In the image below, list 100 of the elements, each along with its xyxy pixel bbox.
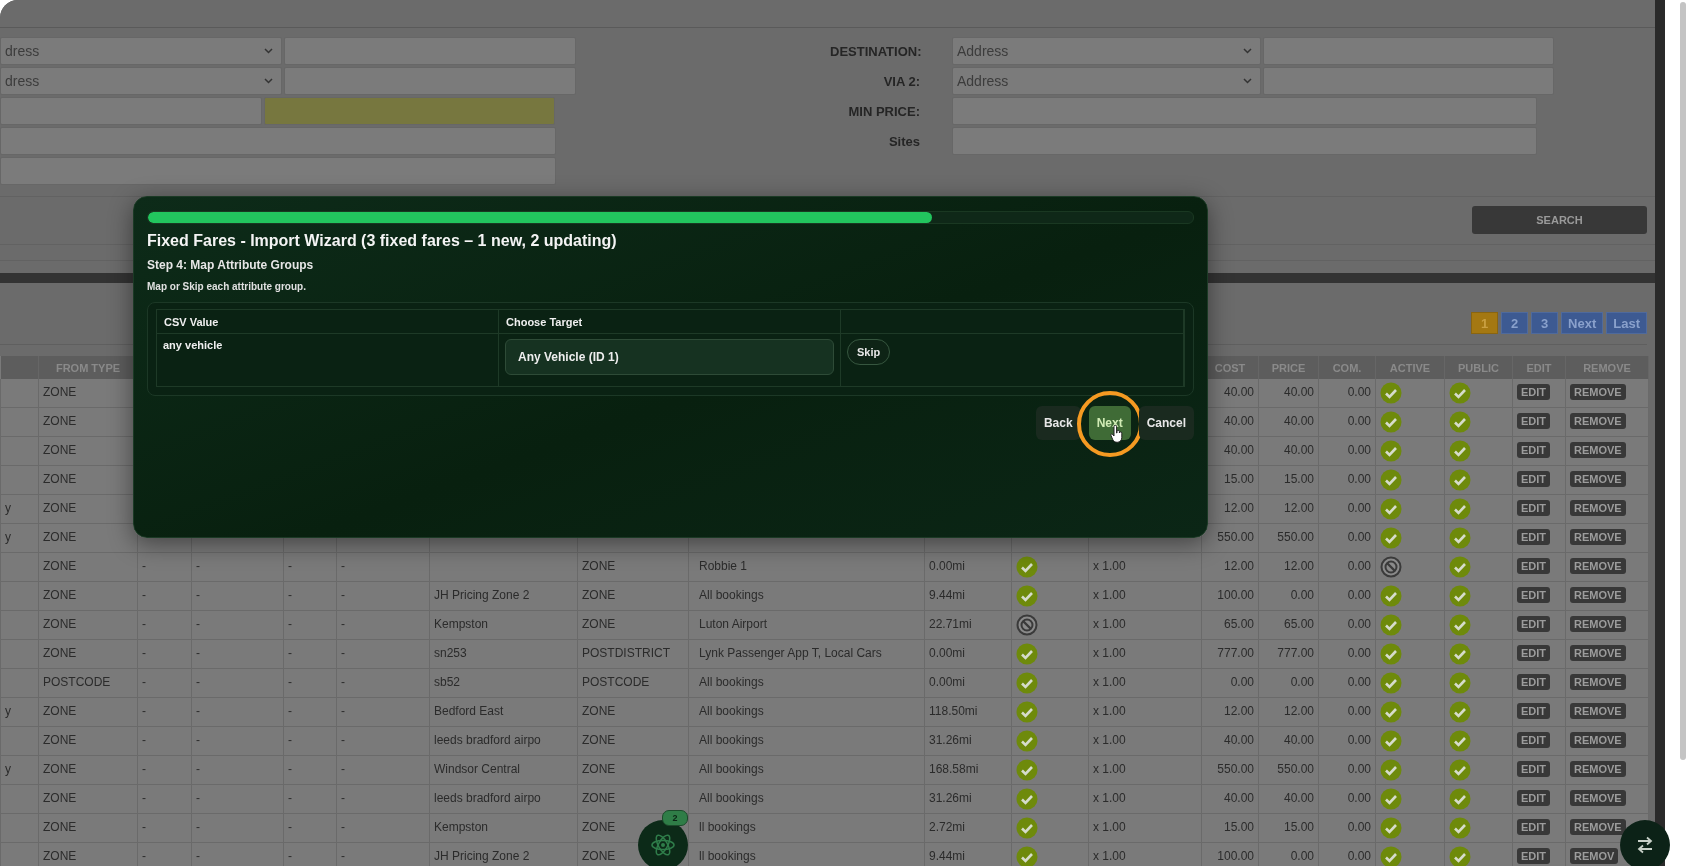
edit-button[interactable]: EDIT bbox=[1517, 384, 1551, 400]
table-cell: 12.00 bbox=[1258, 494, 1319, 524]
remove-button[interactable]: REMOVE bbox=[1570, 587, 1626, 603]
remove-button[interactable]: REMOVE bbox=[1570, 645, 1626, 661]
table-cell: - bbox=[283, 581, 337, 611]
column-header: Choose Target bbox=[499, 310, 841, 334]
target-select[interactable]: Any Vehicle (ID 1) bbox=[505, 339, 834, 375]
table-cell: y bbox=[0, 494, 39, 524]
table-cell: 0.00 bbox=[1318, 379, 1376, 408]
edit-button[interactable]: EDIT bbox=[1517, 413, 1551, 429]
caret-icon bbox=[1243, 48, 1252, 54]
remove-button[interactable]: REMOVE bbox=[1570, 384, 1626, 400]
edit-button[interactable]: EDIT bbox=[1517, 732, 1551, 748]
table-cell: 550.00 bbox=[1201, 755, 1259, 785]
wizard-button[interactable]: Back bbox=[1035, 406, 1081, 440]
caret-icon bbox=[264, 48, 273, 54]
table-cell: - bbox=[191, 552, 284, 582]
edit-button[interactable]: EDIT bbox=[1517, 558, 1551, 574]
table-cell: 0.00mi bbox=[924, 639, 1012, 669]
edit-button[interactable]: EDIT bbox=[1517, 761, 1551, 777]
table-cell: All bookings bbox=[688, 668, 925, 698]
table-cell: ZONE bbox=[38, 552, 138, 582]
table-cell: 12.00 bbox=[1258, 552, 1319, 582]
remove-button[interactable]: REMOVE bbox=[1570, 500, 1626, 516]
table-cell: 15.00 bbox=[1258, 465, 1319, 495]
table-cell: - bbox=[191, 726, 284, 756]
table-cell: - bbox=[137, 813, 192, 843]
edit-button[interactable]: EDIT bbox=[1517, 587, 1551, 603]
address-select[interactable]: Address bbox=[952, 37, 1261, 65]
remove-button[interactable]: REMOVE bbox=[1570, 442, 1626, 458]
table-cell: 0.00mi bbox=[924, 552, 1012, 582]
edit-button[interactable]: EDIT bbox=[1517, 674, 1551, 690]
remove-button[interactable]: REMOVE bbox=[1570, 674, 1626, 690]
edit-button[interactable]: EDIT bbox=[1517, 529, 1551, 545]
table-cell: 168.58mi bbox=[924, 755, 1012, 785]
table-cell: 0.00 bbox=[1318, 523, 1376, 553]
table-cell: 12.00 bbox=[1258, 697, 1319, 727]
edit-button[interactable]: EDIT bbox=[1517, 819, 1551, 835]
text-field[interactable] bbox=[264, 97, 555, 125]
page-button[interactable]: Last bbox=[1606, 312, 1647, 334]
edit-button[interactable]: EDIT bbox=[1517, 645, 1551, 661]
address-select[interactable]: dress bbox=[0, 67, 282, 95]
address-select[interactable]: Address bbox=[952, 67, 1261, 95]
table-cell: - bbox=[137, 639, 192, 669]
table-cell: x 1.00 bbox=[1088, 639, 1202, 669]
remove-button[interactable]: REMOVE bbox=[1570, 819, 1626, 835]
wizard-button[interactable]: Cancel bbox=[1138, 406, 1194, 440]
table-cell: x 1.00 bbox=[1088, 610, 1202, 640]
table-cell: ZONE bbox=[38, 610, 138, 640]
address-select[interactable]: dress bbox=[0, 37, 282, 65]
remove-button[interactable]: REMOVE bbox=[1570, 558, 1626, 574]
table-cell: 40.00 bbox=[1258, 726, 1319, 756]
skip-button[interactable]: Skip bbox=[847, 339, 891, 365]
table-cell: 777.00 bbox=[1258, 639, 1319, 669]
table-cell: 0.00 bbox=[1258, 581, 1319, 611]
table-cell: 0.00 bbox=[1318, 407, 1376, 437]
instruction-text: Map or Skip each attribute group. bbox=[147, 281, 307, 292]
table-cell: 40.00 bbox=[1258, 407, 1319, 437]
field-label: Sites bbox=[887, 133, 920, 149]
edit-button[interactable]: EDIT bbox=[1517, 616, 1551, 632]
table-cell: y bbox=[0, 523, 39, 553]
table-cell: - bbox=[191, 697, 284, 727]
remove-button[interactable]: REMOVE bbox=[1570, 732, 1626, 748]
table-cell: ZONE bbox=[577, 726, 689, 756]
table-cell: 0.00 bbox=[1318, 465, 1376, 495]
wizard-button[interactable]: Next bbox=[1088, 406, 1131, 440]
table-cell: 12.00 bbox=[1201, 697, 1259, 727]
edit-button[interactable]: EDIT bbox=[1517, 848, 1551, 864]
page-button[interactable]: 2 bbox=[1501, 312, 1529, 334]
remove-button[interactable]: REMOVE bbox=[1570, 471, 1626, 487]
table-cell: Windsor Central bbox=[429, 755, 578, 785]
page-button[interactable]: 3 bbox=[1531, 312, 1559, 334]
table-cell: - bbox=[283, 552, 337, 582]
edit-button[interactable]: EDIT bbox=[1517, 442, 1551, 458]
table-cell: 9.44mi bbox=[924, 581, 1012, 611]
table-cell: 15.00 bbox=[1258, 813, 1319, 843]
remove-button[interactable]: REMOVE bbox=[1570, 413, 1626, 429]
table-cell: All bookings bbox=[688, 726, 925, 756]
remove-button[interactable]: REMOVE bbox=[1570, 761, 1626, 777]
table-cell: ZONE bbox=[577, 552, 689, 582]
table-cell: - bbox=[336, 610, 430, 640]
table-cell: 0.00 bbox=[1318, 697, 1376, 727]
scrollbar-thumb[interactable] bbox=[1680, 2, 1686, 760]
page-button[interactable]: Next bbox=[1561, 312, 1604, 334]
table-cell: 2.72mi bbox=[924, 813, 1012, 843]
remove-button[interactable]: REMOVE bbox=[1570, 703, 1626, 719]
table-cell: 0.00 bbox=[1318, 436, 1376, 466]
remove-button[interactable]: REMOV bbox=[1570, 848, 1619, 864]
remove-button[interactable]: REMOVE bbox=[1570, 529, 1626, 545]
table-cell: 100.00 bbox=[1201, 581, 1259, 611]
table-cell: 40.00 bbox=[1258, 784, 1319, 814]
edit-button[interactable]: EDIT bbox=[1517, 500, 1551, 516]
edit-button[interactable]: EDIT bbox=[1517, 471, 1551, 487]
remove-button[interactable]: REMOVE bbox=[1570, 790, 1626, 806]
text-field[interactable] bbox=[0, 157, 556, 185]
remove-button[interactable]: REMOVE bbox=[1570, 616, 1626, 632]
edit-button[interactable]: EDIT bbox=[1517, 790, 1551, 806]
edit-button[interactable]: EDIT bbox=[1517, 703, 1551, 719]
search-button[interactable]: SEARCH bbox=[1472, 206, 1647, 234]
table-cell: 0.00 bbox=[1318, 494, 1376, 524]
